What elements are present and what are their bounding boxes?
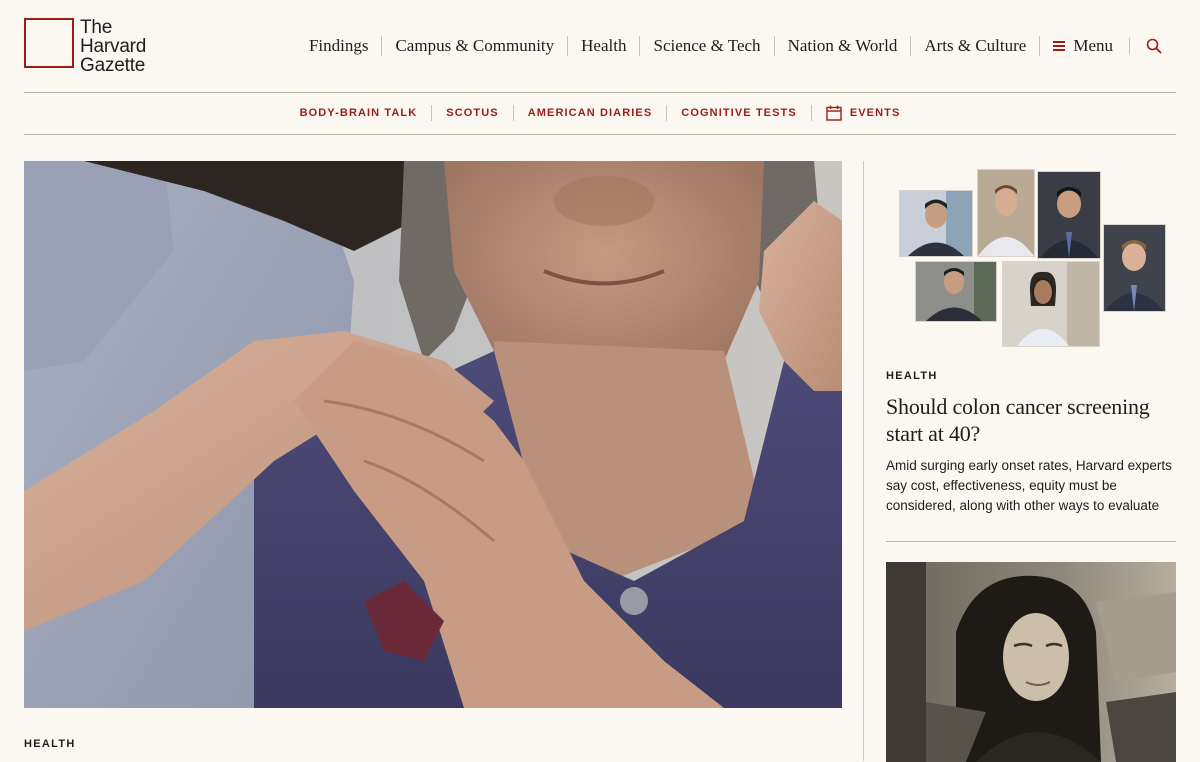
hero-photo-illustration	[24, 161, 842, 708]
side-story-category[interactable]: HEALTH	[886, 370, 938, 382]
nav-findings[interactable]: Findings	[296, 36, 382, 56]
primary-nav: Findings Campus & Community Health Scien…	[296, 36, 1162, 56]
header-divider	[24, 92, 1176, 93]
hero-category-label[interactable]: HEALTH	[24, 738, 76, 750]
menu-label: Menu	[1073, 36, 1113, 55]
subnav-american-diaries[interactable]: AMERICAN DIARIES	[512, 105, 667, 121]
secondary-nav: BODY-BRAIN TALK SCOTUS AMERICAN DIARIES …	[0, 105, 1200, 121]
nav-nation-world[interactable]: Nation & World	[773, 36, 911, 56]
logo-line-the: The	[80, 17, 113, 38]
nav-health[interactable]: Health	[567, 36, 639, 56]
site-logo[interactable]: The Harvard Gazette	[24, 18, 146, 75]
side-story-description: Amid surging early onset rates, Harvard …	[886, 458, 1172, 513]
portrait-photo-6	[1003, 262, 1099, 346]
secondary-photo-illustration	[886, 562, 1176, 762]
hero-image[interactable]	[24, 161, 842, 708]
calendar-icon	[826, 105, 842, 121]
subnav-events[interactable]: EVENTS	[810, 105, 915, 121]
nav-science-tech[interactable]: Science & Tech	[639, 36, 773, 56]
portrait-photo-2	[978, 170, 1034, 256]
side-story-divider	[886, 541, 1176, 542]
side-story-title[interactable]: Should colon cancer screening start at 4…	[886, 393, 1176, 447]
search-icon	[1146, 38, 1162, 54]
portrait-photo-4	[1104, 225, 1165, 311]
subnav-scotus[interactable]: SCOTUS	[431, 105, 512, 121]
logo-line-gazette: Gazette	[80, 55, 146, 76]
nav-campus-community[interactable]: Campus & Community	[381, 36, 567, 56]
logo-wordmark: The Harvard Gazette	[80, 18, 146, 75]
hamburger-icon	[1053, 39, 1066, 54]
logo-line-harvard: Harvard	[80, 36, 147, 57]
subnav-divider	[24, 134, 1176, 135]
portrait-photo-5	[916, 262, 996, 321]
subnav-body-brain-talk[interactable]: BODY-BRAIN TALK	[286, 105, 432, 121]
portrait-photo-1	[900, 191, 972, 256]
logo-mark	[24, 18, 74, 68]
events-label: EVENTS	[849, 107, 901, 119]
column-divider	[863, 161, 864, 761]
search-button[interactable]	[1129, 38, 1162, 54]
menu-button[interactable]: Menu	[1039, 36, 1126, 56]
side-story-image[interactable]	[886, 161, 1176, 356]
nav-arts-culture[interactable]: Arts & Culture	[910, 36, 1039, 56]
secondary-story-image[interactable]	[886, 562, 1176, 762]
subnav-cognitive-tests[interactable]: COGNITIVE TESTS	[666, 105, 811, 121]
portrait-photo-3	[1038, 172, 1100, 258]
